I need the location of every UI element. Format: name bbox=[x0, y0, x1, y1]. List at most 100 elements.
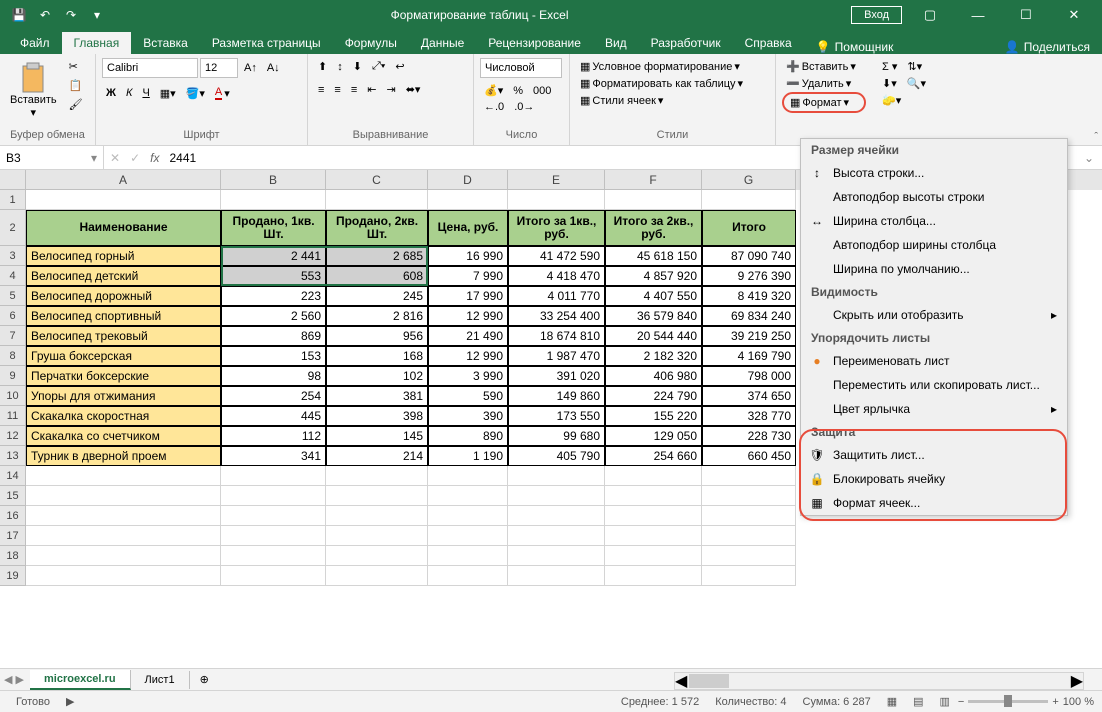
cell[interactable]: 214 bbox=[326, 446, 428, 466]
cell[interactable]: 254 660 bbox=[605, 446, 702, 466]
cell[interactable] bbox=[428, 566, 508, 586]
insert-cells[interactable]: ➕Вставить ▾ bbox=[782, 58, 866, 75]
cell[interactable]: Наименование bbox=[26, 210, 221, 246]
cell[interactable]: Итого за 1кв., руб. bbox=[508, 210, 605, 246]
cell[interactable]: 173 550 bbox=[508, 406, 605, 426]
dec-decimal-icon[interactable]: .0→ bbox=[510, 99, 538, 115]
merge-icon[interactable]: ⬌▾ bbox=[402, 81, 425, 98]
cell[interactable] bbox=[428, 526, 508, 546]
maximize-icon[interactable]: ☐ bbox=[1006, 7, 1046, 23]
cell[interactable] bbox=[428, 466, 508, 486]
cell[interactable] bbox=[326, 190, 428, 210]
cell[interactable]: Груша боксерская bbox=[26, 346, 221, 366]
cell[interactable]: Продано, 2кв. Шт. bbox=[326, 210, 428, 246]
cell[interactable] bbox=[508, 190, 605, 210]
tab-help[interactable]: Справка bbox=[733, 32, 804, 54]
enter-formula-icon[interactable]: ✓ bbox=[130, 151, 140, 165]
cell[interactable]: 4 011 770 bbox=[508, 286, 605, 306]
macro-icon[interactable]: ▶ bbox=[58, 695, 82, 708]
format-table[interactable]: ▦Форматировать как таблицу ▾ bbox=[576, 75, 769, 92]
cell[interactable]: 553 bbox=[221, 266, 326, 286]
orientation-icon[interactable]: ⤢▾ bbox=[368, 58, 389, 75]
cell[interactable] bbox=[702, 486, 796, 506]
cell[interactable]: Скакалка скоростная bbox=[26, 406, 221, 426]
cell[interactable] bbox=[326, 486, 428, 506]
cell[interactable]: 7 990 bbox=[428, 266, 508, 286]
cell[interactable] bbox=[605, 526, 702, 546]
cell[interactable] bbox=[26, 506, 221, 526]
cell[interactable]: 12 990 bbox=[428, 346, 508, 366]
cell[interactable]: 228 730 bbox=[702, 426, 796, 446]
cell[interactable] bbox=[605, 546, 702, 566]
fill-icon[interactable]: ⬇▾ bbox=[878, 75, 901, 92]
cell[interactable]: 4 857 920 bbox=[605, 266, 702, 286]
cell[interactable] bbox=[508, 566, 605, 586]
cell[interactable]: 69 834 240 bbox=[702, 306, 796, 326]
row-header[interactable]: 14 bbox=[0, 466, 26, 486]
cell[interactable]: 17 990 bbox=[428, 286, 508, 306]
cell[interactable]: 16 990 bbox=[428, 246, 508, 266]
row-header[interactable]: 15 bbox=[0, 486, 26, 506]
menu-move-copy[interactable]: Переместить или скопировать лист... bbox=[801, 373, 1067, 397]
delete-cells[interactable]: ➖Удалить ▾ bbox=[782, 75, 866, 92]
align-middle-icon[interactable]: ↕ bbox=[333, 59, 347, 75]
cell[interactable] bbox=[221, 546, 326, 566]
cell[interactable] bbox=[605, 466, 702, 486]
view-normal-icon[interactable]: ▦ bbox=[879, 695, 905, 708]
menu-hide-show[interactable]: Скрыть или отобразить▸ bbox=[801, 303, 1067, 327]
cell[interactable] bbox=[26, 486, 221, 506]
fx-icon[interactable]: fx bbox=[150, 151, 159, 165]
row-header[interactable]: 1 bbox=[0, 190, 26, 210]
menu-autofit-col[interactable]: Автоподбор ширины столбца bbox=[801, 233, 1067, 257]
cell[interactable]: 4 418 470 bbox=[508, 266, 605, 286]
cell[interactable] bbox=[508, 486, 605, 506]
cell[interactable] bbox=[221, 190, 326, 210]
cell[interactable]: 20 544 440 bbox=[605, 326, 702, 346]
cell[interactable]: 2 685 bbox=[326, 246, 428, 266]
cell[interactable] bbox=[605, 190, 702, 210]
align-top-icon[interactable]: ⬆ bbox=[314, 58, 331, 75]
save-icon[interactable]: 💾 bbox=[8, 4, 30, 26]
cell[interactable] bbox=[221, 466, 326, 486]
cell[interactable]: 405 790 bbox=[508, 446, 605, 466]
redo-icon[interactable]: ↷ bbox=[60, 4, 82, 26]
horizontal-scrollbar[interactable]: ◀▶ bbox=[674, 672, 1084, 690]
row-header[interactable]: 16 bbox=[0, 506, 26, 526]
cell[interactable] bbox=[702, 466, 796, 486]
cell-styles[interactable]: ▦Стили ячеек ▾ bbox=[576, 92, 769, 109]
tab-view[interactable]: Вид bbox=[593, 32, 639, 54]
menu-format-cells[interactable]: ▦Формат ячеек... bbox=[801, 491, 1067, 515]
cell[interactable]: 149 860 bbox=[508, 386, 605, 406]
qat-dropdown-icon[interactable]: ▾ bbox=[86, 4, 108, 26]
sheet-tab-active[interactable]: microexcel.ru bbox=[30, 670, 131, 690]
cell[interactable]: 445 bbox=[221, 406, 326, 426]
cell[interactable] bbox=[428, 486, 508, 506]
menu-tab-color[interactable]: Цвет ярлычка▸ bbox=[801, 397, 1067, 421]
cell[interactable]: 98 bbox=[221, 366, 326, 386]
cell[interactable]: 608 bbox=[326, 266, 428, 286]
cell[interactable] bbox=[508, 466, 605, 486]
row-header[interactable]: 4 bbox=[0, 266, 26, 286]
sheet-nav-icon[interactable]: ◀ ▶ bbox=[4, 673, 24, 686]
tab-file[interactable]: Файл bbox=[8, 32, 62, 54]
column-header[interactable]: B bbox=[221, 170, 326, 190]
align-center-icon[interactable]: ≡ bbox=[330, 82, 344, 98]
row-header[interactable]: 18 bbox=[0, 546, 26, 566]
cell[interactable]: 4 169 790 bbox=[702, 346, 796, 366]
format-cells-button[interactable]: ▦Формат ▾ bbox=[786, 94, 862, 111]
number-format[interactable] bbox=[480, 58, 562, 78]
cell[interactable]: 1 987 470 bbox=[508, 346, 605, 366]
share-button[interactable]: 👤Поделиться bbox=[993, 40, 1102, 54]
cell[interactable]: Итого bbox=[702, 210, 796, 246]
align-left-icon[interactable]: ≡ bbox=[314, 82, 328, 98]
shrink-font-icon[interactable]: A↓ bbox=[263, 60, 284, 76]
wrap-text-icon[interactable]: ↩ bbox=[391, 58, 408, 75]
cell[interactable]: 145 bbox=[326, 426, 428, 446]
cell[interactable]: 9 276 390 bbox=[702, 266, 796, 286]
cell[interactable] bbox=[221, 526, 326, 546]
cell[interactable] bbox=[605, 486, 702, 506]
column-header[interactable]: A bbox=[26, 170, 221, 190]
cell[interactable] bbox=[508, 526, 605, 546]
percent-icon[interactable]: % bbox=[509, 83, 527, 99]
cell[interactable]: 2 182 320 bbox=[605, 346, 702, 366]
